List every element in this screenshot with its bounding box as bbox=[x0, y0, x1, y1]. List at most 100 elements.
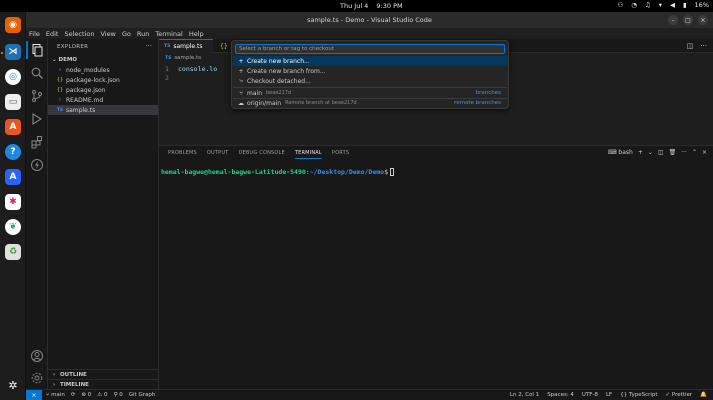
remote-branch-origin-main-option[interactable]: ☁ origin/main Remote branch at beae217d … bbox=[233, 98, 507, 108]
tab-problems[interactable]: PROBLEMS bbox=[168, 150, 197, 159]
typescript-file-icon: TS bbox=[56, 107, 64, 113]
create-new-branch-option[interactable]: + Create new branch... bbox=[233, 56, 507, 66]
tree-item-node-modules[interactable]: › node_modules bbox=[48, 65, 158, 75]
more-actions-icon[interactable]: ··· bbox=[145, 42, 152, 50]
vscode-icon[interactable]: ⋊ bbox=[5, 44, 21, 60]
chevron-down-icon[interactable]: ⌄ bbox=[648, 149, 653, 156]
files-icon[interactable]: ▭ bbox=[5, 94, 21, 110]
menu-help[interactable]: Help bbox=[186, 30, 207, 38]
problems-warnings[interactable]: ⚠ 0 bbox=[97, 392, 107, 398]
system-top-bar: Thu Jul 4 9:30 PM ⚇ ◔ ♫ ▾ ◀ ▮ 16% bbox=[0, 0, 713, 12]
show-apps-icon[interactable]: ✲ bbox=[5, 377, 21, 393]
tab-json-file[interactable]: {} bbox=[215, 39, 229, 53]
indentation[interactable]: Spaces: 4 bbox=[547, 392, 574, 398]
menu-go[interactable]: Go bbox=[119, 30, 134, 38]
encoding[interactable]: UTF-8 bbox=[582, 392, 598, 398]
explorer-sidebar: EXPLORER ··· ⌄ DEMO › node_modules {} pa… bbox=[48, 39, 159, 389]
help-icon[interactable]: ? bbox=[5, 144, 21, 160]
line-number: 2 bbox=[165, 74, 169, 82]
kill-terminal-icon[interactable]: 🗑 bbox=[669, 149, 677, 156]
tab-debug-console[interactable]: DEBUG CONSOLE bbox=[238, 150, 284, 159]
outline-section[interactable]: › OUTLINE bbox=[48, 369, 158, 379]
notifications-bell-icon[interactable]: 🔔 bbox=[700, 392, 707, 398]
thunder-client-icon[interactable] bbox=[30, 158, 44, 172]
language-mode[interactable]: {} TypeScript bbox=[620, 392, 657, 398]
source-control-icon[interactable] bbox=[30, 89, 44, 103]
chevron-right-icon: › bbox=[52, 381, 56, 388]
menu-file[interactable]: File bbox=[26, 30, 43, 38]
mongodb-compass-icon[interactable]: ❦ bbox=[5, 219, 21, 235]
app-center-icon[interactable]: A bbox=[5, 119, 21, 135]
git-graph-button[interactable]: Git Graph bbox=[129, 392, 156, 398]
breadcrumb[interactable]: TS sample.ts bbox=[165, 55, 201, 61]
terminal-profile[interactable]: ⌨ bash bbox=[608, 149, 633, 156]
close-panel-icon[interactable]: × bbox=[702, 149, 707, 156]
tree-item-package-lock-json[interactable]: {} package-lock.json bbox=[48, 75, 158, 85]
tab-terminal[interactable]: TERMINAL bbox=[294, 150, 322, 159]
workspace-root-folder[interactable]: ⌄ DEMO bbox=[52, 57, 77, 63]
tree-item-label: package-lock.json bbox=[66, 76, 120, 84]
cloud-icon: ☁ bbox=[238, 99, 244, 107]
menu-view[interactable]: View bbox=[97, 30, 118, 38]
code-line: console.lo bbox=[178, 65, 218, 73]
end-of-line[interactable]: LF bbox=[606, 392, 612, 398]
tab-sample-ts[interactable]: TS sample.ts bbox=[159, 39, 213, 53]
close-icon[interactable]: × bbox=[698, 15, 708, 25]
menu-selection[interactable]: Selection bbox=[61, 30, 97, 38]
shell-name: bash bbox=[618, 149, 633, 156]
remote-indicator[interactable]: ⨯ bbox=[26, 390, 42, 400]
more-actions-icon[interactable]: ··· bbox=[700, 42, 707, 50]
menu-edit[interactable]: Edit bbox=[43, 30, 62, 38]
chrome-icon[interactable]: ◎ bbox=[5, 69, 21, 85]
tree-item-sample-ts[interactable]: TS sample.ts bbox=[48, 105, 158, 115]
sync-icon[interactable]: ⟳ bbox=[71, 392, 76, 398]
split-terminal-icon[interactable]: ◫ bbox=[658, 149, 664, 156]
checkout-branch-quick-pick: + Create new branch... + Create new bran… bbox=[231, 40, 509, 109]
maximize-icon[interactable]: □ bbox=[683, 15, 693, 25]
more-actions-icon[interactable]: ··· bbox=[681, 149, 687, 156]
branch-main-option[interactable]: ⑂ main beae217d branches bbox=[233, 88, 507, 98]
battery-icon: ▮ bbox=[682, 1, 687, 9]
cursor-position[interactable]: Ln 2, Col 1 bbox=[510, 392, 539, 398]
firefox-icon[interactable]: ◉ bbox=[5, 17, 21, 33]
system-clock[interactable]: Thu Jul 4 9:30 PM bbox=[340, 2, 409, 10]
accounts-icon[interactable] bbox=[30, 349, 44, 363]
tree-item-label: node_modules bbox=[66, 66, 110, 74]
run-debug-icon[interactable] bbox=[30, 112, 44, 126]
new-terminal-icon[interactable]: + bbox=[638, 149, 643, 156]
search-icon[interactable] bbox=[30, 66, 44, 80]
tab-output[interactable]: OUTPUT bbox=[207, 150, 229, 159]
battery-level: 16% bbox=[694, 1, 709, 9]
create-new-branch-from-option[interactable]: + Create new branch from... bbox=[233, 66, 507, 76]
slack-icon[interactable]: ✱ bbox=[5, 194, 21, 210]
split-editor-icon[interactable]: ◫ bbox=[687, 42, 694, 50]
menu-run[interactable]: Run bbox=[134, 30, 152, 38]
terminal-prompt[interactable]: hemal-bagwe@hemal-bagwe-Latitude-5490:~/… bbox=[161, 168, 394, 176]
workspace-root-label: DEMO bbox=[58, 57, 78, 63]
manage-gear-icon[interactable] bbox=[30, 371, 44, 385]
prettier-status[interactable]: ✓ Prettier bbox=[666, 392, 693, 398]
menu-terminal[interactable]: Terminal bbox=[152, 30, 185, 38]
explorer-icon[interactable] bbox=[26, 41, 44, 59]
tab-ports[interactable]: PORTS bbox=[332, 150, 349, 159]
problems-errors[interactable]: ⊗ 0 bbox=[81, 392, 91, 398]
system-tray[interactable]: ⚇ ◔ ♫ ▾ ◀ ▮ 16% bbox=[617, 1, 709, 9]
outline-section-label: OUTLINE bbox=[60, 371, 87, 378]
branch-name: main bbox=[51, 392, 65, 398]
tree-item-readme-md[interactable]: i README.md bbox=[48, 95, 158, 105]
ports-count[interactable]: ⚲ 0 bbox=[113, 392, 122, 398]
tree-item-package-json[interactable]: {} package.json bbox=[48, 85, 158, 95]
trash-icon[interactable]: ♻ bbox=[5, 244, 21, 260]
git-branch-status[interactable]: ⑂ main bbox=[46, 392, 65, 398]
minimize-icon[interactable]: – bbox=[668, 15, 678, 25]
plus-icon: + bbox=[238, 67, 244, 75]
chevron-up-icon[interactable]: ⌃ bbox=[692, 149, 697, 156]
appstore-icon[interactable]: A bbox=[5, 169, 21, 185]
checkout-detached-option[interactable]: ⤷ Checkout detached... bbox=[233, 76, 507, 86]
running-indicator bbox=[1, 52, 3, 54]
timeline-section-label: TIMELINE bbox=[60, 381, 89, 388]
breadcrumb-file: sample.ts bbox=[174, 55, 202, 61]
timeline-section[interactable]: › TIMELINE bbox=[48, 379, 158, 389]
branch-search-input[interactable] bbox=[235, 44, 505, 54]
extensions-icon[interactable] bbox=[30, 135, 44, 149]
